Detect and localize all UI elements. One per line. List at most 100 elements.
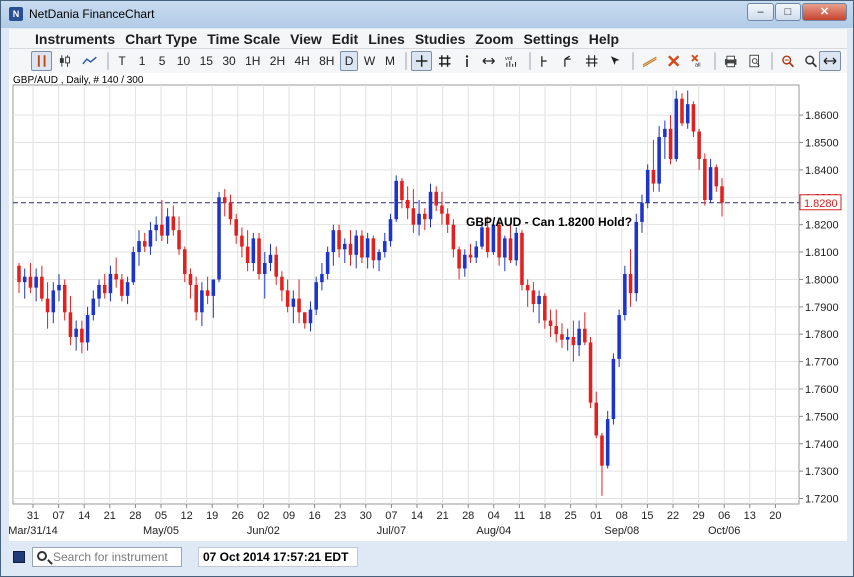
delete-all-icon[interactable]: all	[687, 51, 708, 71]
candle-body	[383, 241, 387, 253]
candle-body	[354, 235, 358, 255]
candle-body	[531, 290, 536, 305]
menu-settings[interactable]: Settings	[524, 31, 579, 47]
candle-body	[257, 238, 261, 274]
x-tick-label: 05	[155, 510, 167, 522]
menu-help[interactable]: Help	[589, 31, 619, 47]
menu-edit[interactable]: Edit	[332, 31, 358, 47]
candle-body	[548, 320, 553, 326]
candle-body	[62, 284, 67, 313]
info-icon[interactable]	[458, 51, 476, 71]
x-tick-label: 01	[590, 510, 602, 522]
menu-time-scale[interactable]: Time Scale	[207, 31, 280, 47]
maximize-button[interactable]: □	[775, 3, 801, 21]
candle-body	[125, 282, 130, 296]
timescale-15[interactable]: 15	[196, 51, 217, 71]
instrument-color-swatch[interactable]	[13, 551, 25, 563]
menu-view[interactable]: View	[290, 31, 322, 47]
candle-body	[22, 276, 27, 283]
price-chart[interactable]: 31 07 14 21 28 05 12 19 26 02 09 16 23 30 07 14 21 28 04 11…	[9, 73, 847, 541]
menu-bar: Instruments Chart Type Time Scale View E…	[9, 29, 847, 49]
candle-body	[40, 276, 44, 299]
delete-icon[interactable]	[663, 51, 684, 71]
menu-instruments[interactable]: Instruments	[35, 31, 115, 47]
candle-body	[405, 200, 410, 209]
search-input[interactable]: Search for instrument	[32, 547, 182, 567]
toolbar-divider	[404, 52, 407, 70]
timescale-2h[interactable]: 2H	[266, 51, 289, 71]
x-tick-label: 08	[616, 510, 628, 522]
bar-chart-icon[interactable]	[31, 51, 53, 71]
candle-body	[165, 216, 170, 236]
timescale-m[interactable]: M	[381, 51, 399, 71]
candle-body	[308, 309, 313, 324]
title-bar[interactable]: N NetDania FinanceChart – □ ✕	[1, 1, 853, 28]
candle-body	[428, 191, 433, 220]
grid-icon[interactable]	[434, 51, 455, 71]
candle-body	[640, 202, 644, 222]
candle-body	[365, 238, 370, 258]
crosshair-icon[interactable]	[410, 51, 433, 71]
candle-body	[211, 279, 216, 296]
x-tick-label: 26	[232, 510, 244, 522]
candle-body	[468, 254, 473, 258]
candle-body	[371, 238, 376, 261]
candle-body	[331, 230, 336, 253]
candle-body	[423, 213, 427, 220]
fib-tool-icon[interactable]	[581, 51, 602, 71]
timescale-5[interactable]: 5	[153, 51, 171, 71]
line-tool-icon[interactable]	[535, 51, 556, 71]
fork-tool-icon[interactable]	[558, 51, 579, 71]
candle-body	[228, 202, 233, 220]
candle-body	[251, 238, 256, 264]
print-icon[interactable]	[720, 51, 741, 71]
chart-area[interactable]: 31 07 14 21 28 05 12 19 26 02 09 16 23 30 07 14 21 28 04 11…	[9, 73, 847, 541]
candle-body	[645, 169, 650, 203]
candlestick-icon[interactable]	[54, 51, 75, 71]
candle-body	[623, 273, 627, 316]
x-tick-label: 31	[27, 510, 39, 522]
candle-body	[285, 290, 290, 307]
candle-body	[154, 224, 158, 231]
candle-body	[657, 137, 661, 184]
volume-icon[interactable]: vol	[501, 51, 522, 71]
minimize-button[interactable]: –	[747, 3, 774, 21]
app-icon: N	[9, 7, 23, 21]
chart-header: GBP/AUD , Daily, # 140 / 300	[13, 75, 144, 86]
menu-zoom[interactable]: Zoom	[475, 31, 513, 47]
timescale-d[interactable]: D	[340, 51, 359, 71]
menu-studies[interactable]: Studies	[415, 31, 466, 47]
close-button[interactable]: ✕	[802, 3, 847, 21]
x-tick-label: 09	[283, 510, 295, 522]
candle-body	[240, 235, 244, 247]
x-month-label: Sep/08	[604, 525, 639, 537]
timescale-4h[interactable]: 4H	[291, 51, 314, 71]
zoom-out-icon[interactable]	[777, 51, 798, 71]
candle-body	[171, 216, 176, 231]
candle-body	[594, 402, 599, 436]
search-icon	[37, 551, 47, 561]
candle-body	[685, 104, 690, 124]
pan-icon[interactable]	[478, 51, 499, 71]
menu-lines[interactable]: Lines	[368, 31, 405, 47]
cursor-tool-icon[interactable]	[605, 51, 626, 71]
x-tick-label: 11	[514, 510, 525, 522]
trendline-icon[interactable]	[638, 51, 661, 71]
timescale-1h[interactable]: 1H	[241, 51, 264, 71]
timescale-t[interactable]: T	[113, 51, 131, 71]
timescale-1[interactable]: 1	[133, 51, 151, 71]
candle-body	[588, 342, 593, 403]
timescale-w[interactable]: W	[360, 51, 379, 71]
candle-body	[360, 235, 364, 258]
plot-frame	[12, 84, 800, 505]
line-chart-icon[interactable]	[78, 51, 101, 71]
timescale-30[interactable]: 30	[219, 51, 240, 71]
timescale-10[interactable]: 10	[173, 51, 194, 71]
candle-body	[205, 290, 210, 296]
y-tick-label: 1.7700	[805, 357, 839, 369]
expand-icon[interactable]	[819, 51, 841, 71]
candle-body	[234, 219, 238, 236]
timescale-8h[interactable]: 8H	[315, 51, 338, 71]
menu-chart-type[interactable]: Chart Type	[125, 31, 197, 47]
print-preview-icon[interactable]	[744, 51, 765, 71]
